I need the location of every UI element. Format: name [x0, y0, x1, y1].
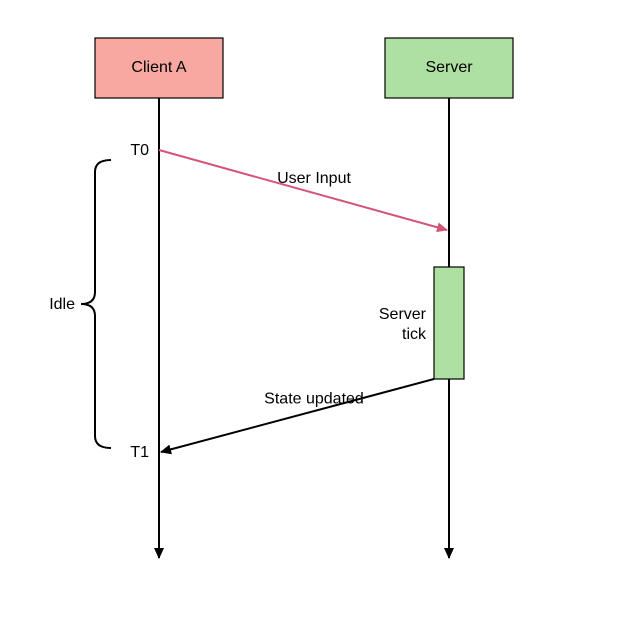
- timestamp-t1: T1: [130, 444, 149, 461]
- message-user-input: [159, 150, 447, 230]
- sequence-diagram: Client A Server Server tick User Input S…: [0, 0, 625, 620]
- participant-server-label: Server: [425, 59, 473, 76]
- message-user-input-label: User Input: [277, 170, 351, 187]
- timestamp-t0: T0: [130, 142, 149, 159]
- activation-label-line1: Server: [379, 306, 427, 323]
- participant-client-label: Client A: [131, 59, 186, 76]
- server-activation-box: [434, 267, 464, 379]
- idle-label: Idle: [49, 296, 75, 313]
- idle-brace: [81, 160, 111, 448]
- message-state-updated-label: State updated: [264, 391, 364, 408]
- activation-label-line2: tick: [402, 326, 427, 343]
